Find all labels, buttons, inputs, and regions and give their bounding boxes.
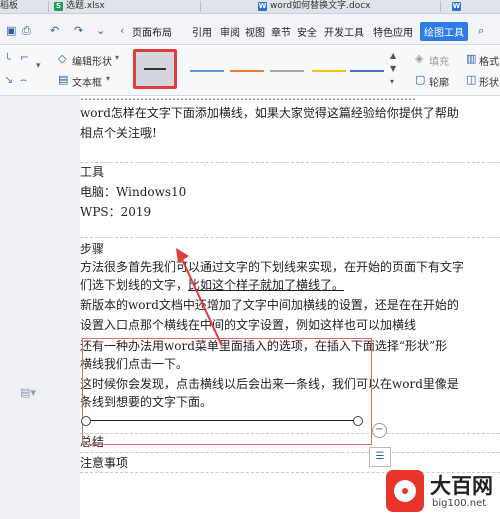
fill-icon: ◈ bbox=[415, 52, 424, 65]
intro-line-1: word怎样在文字下面添加横线，如果大家觉得这篇经验给你提供了帮助 bbox=[80, 106, 459, 120]
line-style-gold[interactable] bbox=[312, 70, 346, 72]
word-doc-icon: W bbox=[258, 2, 267, 11]
chevron-down-icon[interactable]: ▾ bbox=[115, 53, 119, 62]
steps-heading: 步骤 bbox=[80, 242, 105, 256]
search-icon[interactable]: ⌕ bbox=[478, 24, 484, 38]
section-divider bbox=[80, 237, 500, 238]
step-1-line-a: 方法很多首先我们可以通过文字的下划线来实现，在开始的页面下有文字 bbox=[80, 260, 465, 274]
underlined-example: 比如这个样子就加了横线了。 bbox=[188, 278, 345, 292]
menu-drawing-tools[interactable]: 绘图工具 bbox=[420, 22, 468, 41]
drawing-toolbar: ╰ ⌐ ↘ ⌢ ▾ ◇ 编辑形状 ▾ ▤ 文本框 ▾ ▲ ▼ ▾ ◈ 填充 ▢ … bbox=[0, 45, 500, 96]
menu-page-layout[interactable]: 页面布局 bbox=[132, 24, 172, 39]
shape-effect-icon: ◫ bbox=[466, 73, 477, 86]
text-box-button[interactable]: 文本框 bbox=[72, 74, 102, 89]
outline-button[interactable]: 轮廓 bbox=[429, 74, 449, 89]
tab-label: word如何替换文字.docx bbox=[270, 1, 371, 11]
computer-line: 电脑：Windows10 bbox=[80, 185, 187, 199]
tab-label: 选题.xlsx bbox=[66, 1, 105, 11]
style-scroll-up-icon[interactable]: ▲ bbox=[390, 51, 396, 60]
collapse-icon[interactable]: − bbox=[372, 423, 387, 438]
watermark-logo: 大百网 big100.net bbox=[386, 466, 500, 519]
word-doc-icon: W bbox=[452, 2, 461, 11]
shape-arrow-icon[interactable]: ↘ bbox=[4, 73, 13, 86]
line-style-blue[interactable] bbox=[190, 70, 224, 72]
partial-text-line: ………………………………………………………………………… bbox=[80, 96, 416, 103]
step-1-text: 们选下划线的文字， bbox=[80, 278, 189, 292]
tab-docx[interactable]: Wword如何替换文字.docx bbox=[258, 0, 418, 13]
line-style-gray[interactable] bbox=[270, 70, 304, 72]
edit-shape-icon: ◇ bbox=[58, 52, 67, 65]
spreadsheet-icon: S bbox=[54, 2, 63, 11]
tab-divider bbox=[200, 1, 201, 12]
text-box-icon: ▤ bbox=[58, 73, 69, 86]
tab-docx-2[interactable]: W bbox=[452, 0, 482, 13]
outline-icon: ▢ bbox=[415, 73, 426, 86]
navigation-pane-icon[interactable]: ▤▾ bbox=[20, 386, 36, 399]
step-1-line-b: 们选下划线的文字，比如这个样子就加了横线了。 bbox=[80, 277, 344, 294]
step-2-line-b: 设置入口点那个横线在中间的文字设置，例如这样也可以加横线 bbox=[80, 318, 417, 332]
notes-heading: 注意事项 bbox=[80, 456, 129, 470]
tab-label: 稻板 bbox=[0, 1, 19, 11]
layout-options-icon[interactable]: ☰ bbox=[369, 447, 391, 467]
logo-name: 大百网 bbox=[430, 474, 493, 498]
intro-line-2: 相点个关注哦! bbox=[80, 126, 157, 140]
chevron-down-icon[interactable]: ▾ bbox=[106, 74, 110, 83]
menu-special[interactable]: 特色应用 bbox=[373, 24, 413, 39]
format-button[interactable]: 格式 bbox=[479, 53, 499, 68]
document-tab-bar: 稻板 S 选题.xlsx Wword如何替换文字.docx W bbox=[0, 0, 500, 14]
menu-security[interactable]: 安全 bbox=[297, 24, 317, 39]
shape-effect-button[interactable]: 形状 bbox=[479, 74, 499, 89]
step-2-line-a: 新版本的word文档中还增加了文字中间加横线的设置，还是在在开始的 bbox=[80, 298, 459, 312]
line-style-dark-blue[interactable] bbox=[350, 70, 384, 72]
style-scroll-down-icon[interactable]: ▼ bbox=[390, 64, 396, 73]
redo-icon[interactable]: ↷ bbox=[74, 24, 83, 37]
menu-view[interactable]: 视图 bbox=[245, 24, 265, 39]
logo-badge-icon bbox=[386, 470, 424, 512]
print-icon[interactable]: ⎙ bbox=[22, 24, 31, 38]
save-icon[interactable]: ▣ bbox=[6, 24, 16, 37]
section-divider bbox=[80, 162, 500, 163]
ribbon-menu-bar: ▣ ⎙ ↶ ↷ ⌄ ‹ 页面布局 引用 审阅 视图 章节 安全 开发工具 特色应… bbox=[0, 14, 500, 45]
tab-xlsx[interactable]: S 选题.xlsx bbox=[54, 0, 154, 13]
chevron-left-icon[interactable]: ‹ bbox=[120, 24, 124, 37]
line-preview bbox=[144, 68, 166, 70]
logo-dots-icon bbox=[394, 480, 416, 502]
page-margin-area bbox=[0, 96, 80, 519]
undo-icon[interactable]: ↶ bbox=[50, 24, 59, 37]
highlight-box bbox=[82, 338, 372, 445]
line-end-handle[interactable] bbox=[353, 416, 363, 426]
wps-line: WPS：2019 bbox=[80, 205, 152, 219]
line-start-handle[interactable] bbox=[81, 416, 91, 426]
section-divider bbox=[80, 452, 500, 453]
fill-button[interactable]: 填充 bbox=[429, 53, 449, 68]
line-style-orange[interactable] bbox=[230, 70, 264, 72]
more-shapes-icon[interactable]: ▾ bbox=[36, 61, 41, 71]
dropdown-icon[interactable]: ⌄ bbox=[96, 24, 105, 37]
format-icon: ▥ bbox=[466, 52, 477, 65]
tab-divider bbox=[48, 1, 49, 12]
shape-curve-icon[interactable]: ⌐ bbox=[20, 51, 29, 64]
style-more-icon[interactable]: ▾ bbox=[390, 77, 394, 86]
document-page[interactable]: ………………………………………………………………………… word怎样在文字下面… bbox=[80, 96, 500, 519]
tab-template[interactable]: 稻板 bbox=[0, 0, 44, 13]
menu-chapter[interactable]: 章节 bbox=[271, 24, 291, 39]
tab-divider bbox=[440, 1, 441, 12]
edit-shape-button[interactable]: 编辑形状 bbox=[72, 53, 112, 68]
line-style-selected[interactable] bbox=[133, 49, 177, 89]
shape-line-icon[interactable]: ╰ bbox=[4, 53, 11, 66]
inserted-line-shape[interactable] bbox=[86, 420, 358, 421]
menu-review[interactable]: 审阅 bbox=[220, 24, 240, 39]
menu-developer[interactable]: 开发工具 bbox=[324, 24, 364, 39]
menu-references[interactable]: 引用 bbox=[192, 24, 212, 39]
logo-url: big100.net bbox=[432, 498, 487, 509]
shape-curly-icon[interactable]: ⌢ bbox=[20, 73, 27, 87]
tools-heading: 工具 bbox=[80, 165, 105, 179]
